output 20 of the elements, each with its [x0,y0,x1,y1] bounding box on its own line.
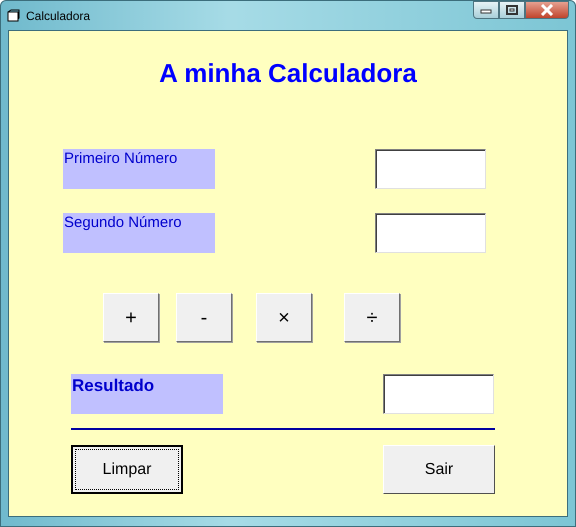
number-field[interactable] [375,213,486,253]
app-heading: A minha Calculadora [158,57,418,90]
window-title: Calculadora [26,8,90,24]
number-field[interactable] [375,149,486,189]
field-label: Primeiro Número [63,149,215,189]
close-button[interactable] [525,1,569,19]
maximize-button[interactable] [499,1,525,19]
operator-button[interactable]: ÷ [344,293,400,342]
result-field[interactable] [383,374,494,414]
field-label: Segundo Número [63,213,215,253]
operator-button[interactable]: - [176,293,232,342]
window-icon [7,9,21,22]
exit-button[interactable]: Sair [383,445,495,494]
close-icon [540,4,554,16]
operator-button[interactable]: + [103,293,159,342]
operator-button[interactable]: × [256,293,312,342]
minimize-button[interactable] [473,1,499,19]
maximize-icon [506,5,518,15]
result-label: Resultado [71,374,223,414]
clear-button[interactable]: Limpar [71,445,183,494]
